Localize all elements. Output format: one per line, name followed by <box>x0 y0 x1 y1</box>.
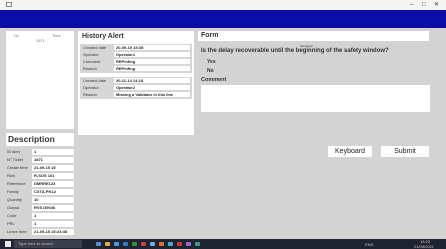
form-title: Form <box>201 32 219 39</box>
desc-label: Reference <box>7 181 26 186</box>
header-band <box>0 10 446 28</box>
taskbar-app-icon[interactable] <box>186 242 191 246</box>
history-value: REPinfing <box>114 59 190 64</box>
comment-label: Comment <box>201 77 227 83</box>
taskbar-app-icon[interactable] <box>96 242 101 246</box>
tray-language[interactable]: ENG <box>365 242 374 247</box>
taskbar-app-icon[interactable] <box>159 242 164 246</box>
desc-value: 21-09-15 15:23:48 <box>32 229 74 235</box>
search-placeholder: Type here to search <box>18 241 54 246</box>
desc-value: 1 <box>32 213 74 219</box>
comment-textarea[interactable] <box>201 85 430 112</box>
list-row-value[interactable]: 1871 <box>36 38 45 43</box>
history-label: Operator <box>83 52 99 57</box>
history-value: 20-11-14 14:18 <box>114 78 190 83</box>
taskbar-app-icon[interactable] <box>195 242 200 246</box>
description-title-bar: Description <box>6 133 74 146</box>
desc-value: CXTA-PK12 <box>32 189 74 195</box>
windows-start-icon[interactable] <box>5 241 11 247</box>
option-yes[interactable]: Yes <box>207 59 216 65</box>
history-label: Operator <box>83 85 99 90</box>
description-title: Description <box>8 134 55 144</box>
history-value: 20-09-10 15:35 <box>114 45 190 50</box>
keyboard-button[interactable]: Keyboard <box>328 146 372 157</box>
form-question: Is the delay recoverable until the begin… <box>201 48 389 54</box>
desc-value: 21-09-15 15 <box>32 165 74 171</box>
desc-value: DMRRE123 <box>32 181 74 187</box>
history-label: Created date <box>83 45 107 50</box>
taskbar-app-icon[interactable] <box>141 242 146 246</box>
minimize-button[interactable]: – <box>410 1 413 9</box>
history-label: Reason <box>83 92 97 97</box>
taskbar-app-icon[interactable] <box>177 242 182 246</box>
desc-label: Leave time <box>7 229 27 234</box>
history-value: Operator2 <box>114 85 190 90</box>
form-title-bar: Form <box>198 31 429 41</box>
list-col-no: No <box>14 33 20 38</box>
taskbar-app-icon[interactable] <box>168 242 173 246</box>
taskbar-app-icon[interactable] <box>132 242 137 246</box>
list-col-time: Time <box>52 33 61 38</box>
close-button[interactable]: ✕ <box>434 1 439 9</box>
history-block-1: Created date 20-09-10 15:35 Operator Ope… <box>80 44 192 73</box>
desc-value: 1871 <box>32 157 74 163</box>
desc-value: 1 <box>32 221 74 227</box>
desc-label: PRL <box>7 221 15 226</box>
maximize-button[interactable]: □ <box>422 1 426 9</box>
desc-label: Create time <box>7 165 28 170</box>
history-value: Missing a Validator in this line <box>114 92 190 97</box>
desc-label: ID alert <box>7 149 20 154</box>
taskbar-search-box[interactable]: Type here to search <box>14 240 82 248</box>
alert-list-panel: No Time 1871 <box>6 31 74 129</box>
desc-value: 10 <box>32 197 74 203</box>
taskbar: Type here to search ENG 15:23 21/09/2021 <box>0 239 446 249</box>
submit-button[interactable]: Submit <box>381 146 429 157</box>
history-block-2: Created date 20-11-14 14:18 Operator Ope… <box>80 77 192 99</box>
history-value: Operator1 <box>114 52 190 57</box>
desc-label: Code <box>7 213 17 218</box>
history-alert-title: History Alert <box>82 33 124 40</box>
history-label: Reason <box>83 66 97 71</box>
app-icon <box>6 2 12 7</box>
taskbar-app-icon[interactable] <box>105 242 110 246</box>
history-alert-panel: History Alert Created date 20-09-10 15:3… <box>78 31 194 135</box>
desc-label: Rich <box>7 173 16 178</box>
desc-value: 1 <box>32 149 74 155</box>
desc-label: Family <box>7 189 19 194</box>
taskbar-app-icon[interactable] <box>123 242 128 246</box>
taskbar-app-icon[interactable] <box>114 242 119 246</box>
history-label: Created date <box>83 78 107 83</box>
history-label: Comment <box>83 59 101 64</box>
desc-label: Output <box>7 205 20 210</box>
history-value: REPinfing <box>114 66 190 71</box>
desc-label: N° Ticket <box>7 157 24 162</box>
window-titlebar: – □ ✕ <box>0 0 446 10</box>
desc-value: R-SOS 101 <box>32 173 74 179</box>
option-no[interactable]: No <box>207 68 214 74</box>
clock-date[interactable]: 21/09/2021 <box>414 244 434 249</box>
desc-label: Quantity <box>7 197 22 202</box>
desc-value: RVS D0046 <box>32 205 74 211</box>
taskbar-app-icon[interactable] <box>150 242 155 246</box>
